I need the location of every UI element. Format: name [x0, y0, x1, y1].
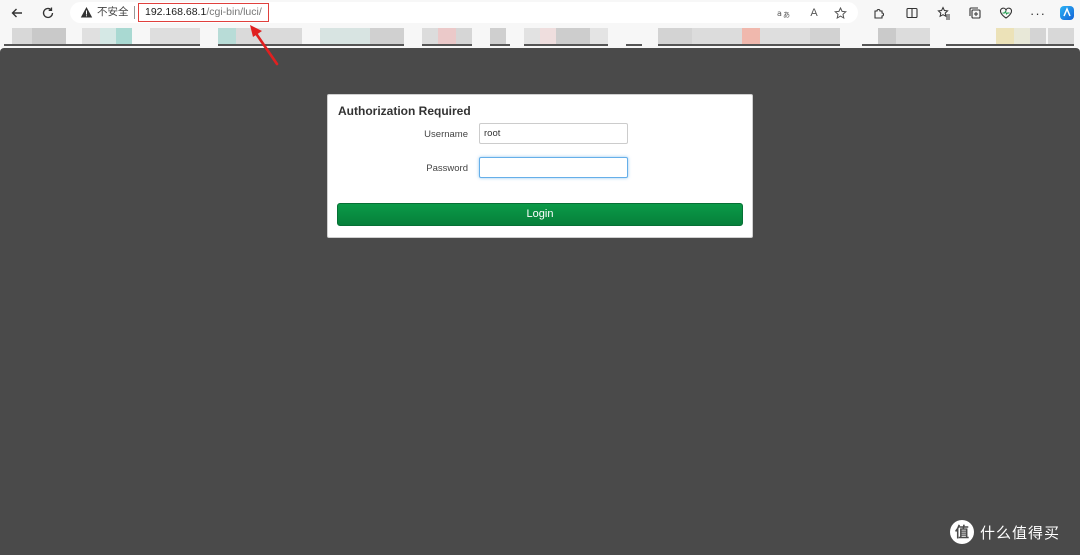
star-icon[interactable] [832, 5, 848, 21]
bookmark-divider [490, 44, 510, 46]
bookmark-item[interactable] [878, 28, 896, 44]
bookmark-item[interactable] [810, 28, 840, 44]
svg-text:a: a [777, 9, 782, 18]
bookmarks-bar [0, 26, 1080, 48]
bookmark-item[interactable] [742, 28, 760, 44]
bookmark-item[interactable] [32, 28, 66, 44]
bookmark-item[interactable] [658, 28, 692, 44]
more-icon[interactable]: ··· [1027, 3, 1049, 23]
bookmark-item[interactable] [760, 28, 810, 44]
bookmark-item[interactable] [1048, 28, 1074, 44]
bookmark-item[interactable] [150, 28, 200, 44]
favorites-icon[interactable] [933, 3, 955, 23]
read-aloud-icon[interactable]: A [806, 5, 822, 21]
bookmark-item[interactable] [1014, 28, 1030, 44]
page-content: Authorization Required Username Password… [0, 48, 1080, 555]
bookmark-item[interactable] [896, 28, 930, 44]
url-path: /cgi-bin/luci/ [206, 6, 262, 18]
watermark: 值 什么值得买 [950, 519, 1060, 545]
extensions-icon[interactable] [868, 3, 890, 23]
bookmark-item[interactable] [490, 28, 506, 44]
watermark-logo: 值 [950, 520, 974, 544]
not-secure-label[interactable]: 不安全 [97, 6, 129, 19]
bookmark-item[interactable] [218, 28, 236, 44]
watermark-text: 什么值得买 [980, 523, 1061, 542]
password-label: Password [426, 163, 468, 174]
bookmark-divider [862, 44, 930, 46]
warning-icon [80, 7, 93, 18]
bookmark-divider [422, 44, 472, 46]
back-arrow-icon[interactable] [6, 3, 28, 23]
bookmark-item[interactable] [556, 28, 590, 44]
username-label: Username [424, 129, 468, 140]
bookmark-item[interactable] [370, 28, 404, 44]
bookmark-item[interactable] [1030, 28, 1046, 44]
performance-heart-icon[interactable] [995, 3, 1017, 23]
bookmark-divider [4, 44, 200, 46]
bookmark-item[interactable] [12, 28, 32, 44]
address-bar[interactable]: 不安全 192.168.68.1/cgi-bin/luci/ aあ A [70, 2, 858, 23]
bookmark-divider [524, 44, 608, 46]
url-host: 192.168.68.1 [145, 6, 207, 18]
bookmark-item[interactable] [590, 28, 608, 44]
bookmark-item[interactable] [438, 28, 456, 44]
bookmark-divider [658, 44, 840, 46]
bookmark-item[interactable] [100, 28, 116, 44]
svg-text:あ: あ [783, 11, 790, 19]
bookmark-item[interactable] [540, 28, 556, 44]
translate-icon[interactable]: aあ [776, 5, 792, 21]
split-screen-icon[interactable] [901, 3, 923, 23]
url-text[interactable]: 192.168.68.1/cgi-bin/luci/ [138, 3, 269, 22]
bookmark-item[interactable] [82, 28, 100, 44]
login-panel: Authorization Required Username Password… [327, 94, 753, 238]
bookmark-item[interactable] [692, 28, 742, 44]
address-separator [134, 6, 135, 19]
bookmark-item[interactable] [116, 28, 132, 44]
bookmark-item[interactable] [996, 28, 1014, 44]
username-input[interactable] [479, 123, 628, 144]
refresh-icon[interactable] [37, 3, 59, 23]
bookmark-item[interactable] [456, 28, 472, 44]
bookmark-divider [626, 44, 642, 46]
bookmark-item[interactable] [320, 28, 370, 44]
bookmark-divider [946, 44, 1074, 46]
annotation-arrow-icon [250, 25, 279, 66]
collections-icon[interactable] [964, 3, 986, 23]
copilot-icon[interactable] [1056, 3, 1078, 23]
bookmark-item[interactable] [524, 28, 540, 44]
login-button[interactable]: Login [337, 203, 743, 226]
login-title: Authorization Required [338, 104, 471, 118]
browser-toolbar: 不安全 192.168.68.1/cgi-bin/luci/ aあ A ··· [0, 0, 1080, 26]
bookmark-item[interactable] [422, 28, 438, 44]
password-input[interactable] [479, 157, 628, 178]
